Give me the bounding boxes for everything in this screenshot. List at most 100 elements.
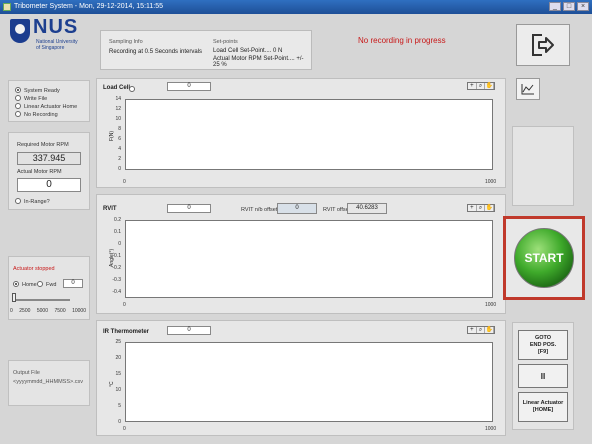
plot-area[interactable] — [125, 342, 493, 422]
position-slider-track[interactable] — [12, 299, 70, 301]
minimize-button[interactable]: _ — [549, 2, 561, 11]
fwd-label: Fwd — [46, 282, 57, 288]
maximize-button[interactable]: □ — [563, 2, 575, 11]
plot-area[interactable] — [125, 99, 493, 170]
output-file-panel: Output File <yyyymmdd_HHMMSS>.csv — [8, 360, 90, 406]
x-tick: 1000 — [485, 302, 497, 308]
in-range-indicator: In-Range? — [15, 198, 50, 205]
home-label: Home — [22, 282, 37, 288]
cursor-tool-icon[interactable]: + — [468, 83, 477, 89]
y-axis-label: F(N) — [109, 131, 115, 141]
rvit-offset-value: 40.6283 — [347, 203, 387, 214]
slider-scale: 0 2500 5000 7500 10000 — [10, 308, 86, 314]
y-tick: 14 — [115, 96, 121, 102]
load-cell-setpoint: Load Cell Set-Point.... 0 N — [213, 48, 283, 54]
actual-rpm-label: Actual Motor RPM — [17, 169, 62, 175]
exit-button[interactable] — [516, 24, 570, 66]
y-tick: 15 — [115, 371, 121, 377]
in-range-label: In-Range? — [24, 199, 50, 205]
state-label: No Recording — [24, 112, 58, 118]
rvit-nb-offset-value: 0 — [277, 203, 317, 214]
radio-icon — [13, 281, 19, 287]
graph-palette[interactable]: + ⌕ ✋ — [467, 82, 495, 90]
required-rpm-value: 337.945 — [17, 152, 81, 165]
side-blank-panel — [512, 126, 574, 206]
window-buttons: _ □ × — [549, 2, 589, 11]
goto-line-3: [F9] — [537, 348, 549, 355]
actuator-status: Actuator stopped — [13, 266, 55, 272]
y-tick: 5 — [118, 403, 121, 409]
pause-button[interactable]: II — [518, 364, 568, 388]
motor-panel: Required Motor RPM 337.945 Actual Motor … — [8, 132, 90, 210]
radio-icon — [15, 111, 21, 117]
pan-tool-icon[interactable]: ✋ — [485, 83, 495, 89]
graph-view-button[interactable] — [516, 78, 540, 100]
exit-icon — [532, 34, 554, 56]
y-tick: 0.1 — [114, 229, 121, 235]
pan-tool-icon[interactable]: ✋ — [485, 205, 495, 211]
goto-end-pos-button[interactable]: GOTO END POS. [F9] — [518, 330, 568, 360]
output-file-label: Output File — [13, 370, 40, 376]
actual-rpm-value: 0 — [17, 178, 81, 192]
start-button[interactable]: START — [514, 228, 574, 288]
radio-icon — [37, 281, 43, 287]
nus-logo: NUS National University of Singapore — [10, 16, 90, 70]
load-cell-chart: Load Cell 0 + ⌕ ✋ 14 12 10 8 6 4 2 0 F(N) … — [96, 78, 506, 188]
slider-tick: 2500 — [19, 308, 31, 314]
fwd-radio[interactable]: Fwd — [37, 281, 56, 288]
start-button-highlight: START — [503, 216, 585, 300]
led-icon — [15, 198, 21, 204]
x-tick: 1000 — [485, 426, 497, 432]
pan-tool-icon[interactable]: ✋ — [485, 327, 495, 333]
ir-thermometer-chart: IR Thermometer 0 + ⌕ ✋ 25 20 15 10 5 0 °C … — [96, 320, 506, 436]
ir-value: 0 — [167, 326, 211, 335]
home-line-1: Linear Actuator — [522, 400, 564, 406]
radio-icon — [15, 87, 21, 93]
y-axis-label: Angle(°) — [109, 248, 115, 267]
x-tick: 0 — [123, 179, 126, 185]
state-item[interactable]: Write File — [15, 95, 47, 102]
slider-tick: 7500 — [54, 308, 66, 314]
state-item[interactable]: No Recording — [15, 111, 58, 118]
cursor-tool-icon[interactable]: + — [468, 205, 477, 211]
y-tick: 20 — [115, 355, 121, 361]
y-tick: 10 — [115, 116, 121, 122]
cursor-tool-icon[interactable]: + — [468, 327, 477, 333]
close-button[interactable]: × — [577, 2, 589, 11]
app-icon — [3, 3, 11, 11]
radio-icon — [15, 95, 21, 101]
position-slider-thumb[interactable] — [12, 293, 16, 302]
x-tick: 0 — [123, 426, 126, 432]
state-item[interactable]: System Ready — [15, 87, 60, 94]
home-radio[interactable]: Home — [13, 281, 37, 288]
y-tick: 2 — [118, 156, 121, 162]
plot-area[interactable] — [125, 220, 493, 298]
zoom-tool-icon[interactable]: ⌕ — [477, 83, 486, 89]
radio-icon — [15, 103, 21, 109]
graph-palette[interactable]: + ⌕ ✋ — [467, 204, 495, 212]
crest-icon — [10, 19, 30, 43]
recording-status: No recording in progress — [358, 36, 446, 45]
logo-line-2: of Singapore — [36, 45, 65, 51]
actuator-value[interactable]: 0 — [63, 279, 83, 288]
sampling-info-panel: Sampling Info Recording at 0.5 Seconds i… — [100, 30, 312, 70]
goto-line-2: END POS. — [529, 341, 557, 348]
x-tick: 0 — [123, 302, 126, 308]
state-label: Linear Actuator Home — [24, 104, 78, 110]
y-tick: 0.2 — [114, 217, 121, 223]
led-icon — [129, 86, 135, 92]
home-line-2: [HOME] — [532, 407, 554, 413]
state-item[interactable]: Linear Actuator Home — [15, 103, 77, 110]
graph-palette[interactable]: + ⌕ ✋ — [467, 326, 495, 334]
slider-tick: 5000 — [36, 308, 48, 314]
y-tick: -0.4 — [112, 289, 121, 295]
sampling-text: Recording at 0.5 Seconds intervals — [109, 49, 203, 55]
rvit-nb-offset-label: RVIT n/b offset — [241, 207, 278, 213]
rvit-value: 0 — [167, 204, 211, 213]
zoom-tool-icon[interactable]: ⌕ — [477, 327, 486, 333]
linear-actuator-home-button[interactable]: Linear Actuator [HOME] — [518, 392, 568, 422]
output-file-value: <yyyymmdd_HHMMSS>.csv — [13, 379, 83, 385]
slider-tick: 10000 — [72, 308, 86, 314]
x-tick: 1000 — [485, 179, 497, 185]
zoom-tool-icon[interactable]: ⌕ — [477, 205, 486, 211]
